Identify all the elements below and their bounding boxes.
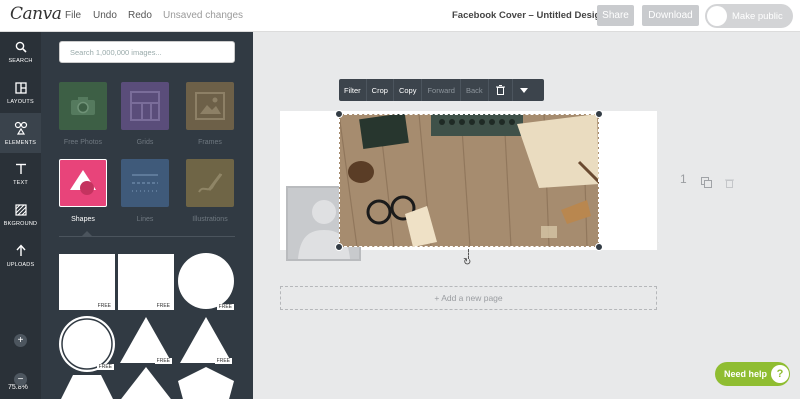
resize-handle-bottom-left[interactable] [335, 243, 343, 251]
filter-button[interactable]: Filter [339, 79, 367, 101]
frame-icon [186, 82, 234, 130]
copy-page-icon[interactable] [701, 175, 712, 193]
canva-logo[interactable]: Canva [10, 4, 62, 24]
rail-search-label: SEARCH [8, 57, 33, 64]
triangle-shape[interactable]: FREE [118, 315, 174, 367]
rail-layouts[interactable]: LAYOUTS [0, 73, 41, 113]
background-icon [14, 203, 27, 219]
redo-button[interactable]: Redo [128, 10, 152, 21]
document-title[interactable]: Facebook Cover – Untitled Design [452, 10, 606, 21]
search-icon [15, 41, 27, 56]
category-frames[interactable]: Frames [186, 82, 234, 146]
rail-elements[interactable]: ELEMENTS [0, 113, 41, 153]
grid-icon [121, 82, 169, 130]
file-menu[interactable]: File [65, 10, 81, 21]
resize-handle-bottom-right[interactable] [595, 243, 603, 251]
elements-panel: Free Photos Grids Frames Shapes Lines Il… [41, 32, 253, 399]
layouts-icon [14, 81, 27, 97]
category-shapes[interactable]: Shapes [59, 159, 107, 223]
make-public-label: Make public [732, 11, 783, 22]
shapes-icon [59, 159, 107, 207]
rail-elements-label: ELEMENTS [4, 139, 37, 146]
copy-button[interactable]: Copy [394, 79, 423, 101]
category-label: Free Photos [63, 139, 103, 146]
undo-button[interactable]: Undo [93, 10, 117, 21]
category-lines[interactable]: Lines [121, 159, 169, 223]
category-illustrations[interactable]: Illustrations [186, 159, 234, 223]
delete-page-icon[interactable] [725, 175, 734, 193]
crop-button[interactable]: Crop [367, 79, 394, 101]
diamond-shape[interactable] [118, 367, 174, 399]
hexagon-shape[interactable] [59, 373, 115, 399]
trash-icon[interactable] [489, 79, 513, 101]
resize-handle-top-left[interactable] [335, 110, 343, 118]
elements-icon [14, 121, 28, 138]
upload-arrow-icon [15, 244, 27, 260]
free-badge: FREE [216, 304, 234, 310]
free-badge: FREE [214, 358, 232, 364]
rail-layouts-label: LAYOUTS [7, 98, 34, 105]
lines-icon [121, 159, 169, 207]
category-label: Frames [198, 139, 222, 146]
pentagon-shape[interactable] [178, 367, 234, 399]
category-label: Illustrations [192, 216, 228, 223]
forward-button[interactable]: Forward [422, 79, 461, 101]
illustration-pen-icon [186, 159, 234, 207]
need-help-button[interactable]: Need help ? [715, 362, 790, 386]
rail-uploads[interactable]: UPLOADS [0, 236, 41, 276]
desk-photo-image [339, 114, 599, 247]
desk-photo[interactable] [339, 114, 599, 247]
back-button[interactable]: Back [461, 79, 489, 101]
resize-handle-top-right[interactable] [595, 110, 603, 118]
image-search-input[interactable] [60, 42, 234, 63]
category-label: Grids [136, 139, 154, 146]
category-free-photos[interactable]: Free Photos [59, 82, 107, 146]
rail-text[interactable]: TEXT [0, 154, 41, 194]
chevron-down-icon[interactable] [513, 79, 535, 101]
zoom-in-button[interactable]: + [14, 334, 27, 347]
category-label: Lines [136, 216, 154, 223]
download-button[interactable]: Download [642, 5, 699, 26]
top-bar: Canva File Undo Redo Unsaved changes Fac… [0, 0, 800, 32]
free-badge: FREE [154, 303, 172, 309]
ring-shape[interactable]: FREE [58, 315, 116, 373]
left-rail: SEARCH LAYOUTS ELEMENTS TEXT BKGROUND UP… [0, 32, 41, 399]
add-page-button[interactable]: + Add a new page [280, 286, 657, 310]
rail-uploads-label: UPLOADS [6, 262, 35, 268]
free-badge: FREE [154, 358, 172, 364]
free-badge: FREE [95, 303, 113, 309]
camera-icon [59, 82, 107, 130]
share-button[interactable]: Share [597, 5, 634, 26]
zoom-out-button[interactable]: − [14, 373, 27, 386]
category-grids[interactable]: Grids [121, 82, 169, 146]
triangle-shape[interactable]: FREE [178, 315, 234, 367]
rail-background-label: BKGROUND [3, 220, 38, 227]
toggle-knob [707, 6, 727, 26]
rotate-icon[interactable]: ↻ [463, 257, 471, 268]
panel-divider [59, 236, 235, 237]
rail-search[interactable]: SEARCH [0, 32, 41, 72]
make-public-toggle[interactable]: Make public [705, 4, 793, 28]
free-badge: FREE [96, 364, 114, 370]
category-label: Shapes [71, 216, 95, 223]
page-number: 1 [680, 172, 687, 186]
image-search-box[interactable] [59, 41, 235, 63]
rail-background[interactable]: BKGROUND [0, 195, 41, 235]
square-shape[interactable]: FREE [59, 254, 115, 310]
save-status: Unsaved changes [163, 10, 244, 21]
need-help-label: Need help [724, 369, 768, 379]
square-shape[interactable]: FREE [118, 254, 174, 310]
text-icon [15, 163, 27, 178]
image-toolbar: Filter Crop Copy Forward Back [339, 79, 544, 101]
question-mark-icon: ? [771, 365, 789, 383]
circle-shape[interactable]: FREE [178, 253, 236, 311]
rail-text-label: TEXT [13, 179, 28, 186]
